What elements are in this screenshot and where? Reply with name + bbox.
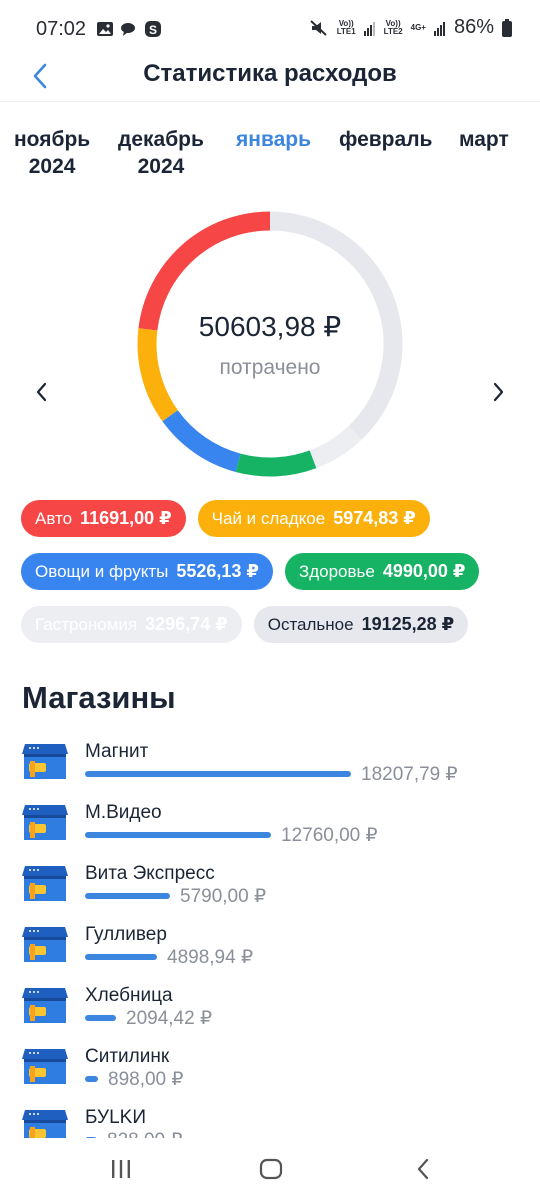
store-amount-bar [85, 954, 157, 960]
stores-title: Магазины [22, 680, 176, 715]
status-time: 07:02 [36, 18, 87, 40]
chip-label: Гастрономия [35, 614, 138, 634]
chip-row: Овощи и фрукты 5526,13 ₽ Здоровье 4990,0… [21, 553, 480, 590]
system-icons: Vo)) LTE1 Vo)) LTE2 4G+ 86% [309, 16, 512, 39]
chip-tea-sweets[interactable]: Чай и сладкое 5974,83 ₽ [197, 500, 430, 537]
prev-month-button[interactable] [26, 376, 58, 408]
recents-icon [112, 1160, 130, 1178]
chip-vegetables-fruits[interactable]: Овощи и фрукты 5526,13 ₽ [21, 553, 273, 590]
notification-icons: S [96, 20, 162, 38]
donut-segment [162, 409, 241, 472]
app-header: Статистика расходов [0, 50, 540, 102]
chip-row: Гастрономия 3296,74 ₽ Остальное 19125,28… [21, 606, 469, 643]
chip-value: 3296,74 ₽ [145, 614, 228, 634]
donut-segment [235, 450, 317, 477]
chip-value: 5974,83 ₽ [333, 508, 416, 528]
system-nav-bar [0, 1138, 540, 1200]
store-amount-bar [85, 1015, 116, 1021]
s-app-icon: S [145, 21, 161, 37]
chip-row: Авто 11691,00 ₽ Чай и сладкое 5974,83 ₽ [21, 500, 430, 537]
store-icon [22, 744, 68, 779]
chip-value: 11691,00 ₽ [80, 508, 172, 528]
store-amount: 828,00 ₽ [107, 1129, 182, 1138]
store-name: Хлебница [85, 985, 173, 1006]
store-amount: 2094,42 ₽ [126, 1008, 213, 1029]
store-name: Ситилинк [85, 1046, 170, 1067]
chevron-right-icon [493, 382, 504, 402]
store-amount: 898,00 ₽ [108, 1069, 184, 1090]
chevron-left-icon [36, 382, 47, 402]
tab-november-2024[interactable]: ноябрь 2024 [14, 126, 90, 180]
home-icon [259, 1158, 283, 1180]
store-item[interactable]: Гулливер 4898,94 ₽ [0, 921, 540, 977]
home-button[interactable] [251, 1152, 291, 1186]
page-title: Статистика расходов [143, 60, 397, 87]
donut-segment [309, 425, 362, 469]
store-icon [22, 988, 68, 1023]
svg-text:S: S [149, 23, 157, 37]
chip-value: 4990,00 ₽ [382, 561, 466, 581]
store-name: Гулливер [85, 924, 167, 945]
chip-value: 19125,28 ₽ [361, 614, 455, 634]
store-amount-bar [85, 832, 271, 838]
store-amount: 5790,00 ₽ [180, 886, 267, 907]
signal-icon [363, 21, 375, 36]
donut-svg [137, 211, 403, 477]
chat-icon [121, 23, 135, 36]
store-name: БУLKИ [85, 1107, 146, 1128]
store-list: Магнит 18207,79 ₽ М.Видео 12760,00 ₽ Вита Эк… [0, 738, 540, 1138]
store-amount: 12760,00 ₽ [281, 825, 378, 846]
store-item[interactable]: М.Видео 12760,00 ₽ [0, 799, 540, 855]
back-arrow-icon [417, 1158, 429, 1180]
signal-icon [433, 21, 445, 36]
chip-auto[interactable]: Авто 11691,00 ₽ [21, 500, 186, 537]
spending-donut-chart [137, 211, 403, 477]
chip-gastronomy[interactable]: Гастрономия 3296,74 ₽ [21, 606, 242, 643]
chip-label: Авто [35, 508, 73, 528]
status-bar: 07:02 S Vo)) LTE1 Vo)) LTE2 4G+ 86% [0, 0, 540, 56]
chip-label: Чай и сладкое [211, 508, 326, 528]
tab-december-2024[interactable]: декабрь 2024 [118, 126, 204, 180]
mute-icon [310, 19, 327, 36]
store-amount-bar [85, 1076, 98, 1082]
gallery-icon [97, 22, 113, 36]
store-amount-bar [85, 893, 170, 899]
tab-january[interactable]: январь [236, 126, 311, 153]
store-icon [22, 866, 68, 901]
total-spent: 50603,98 ₽ [198, 311, 342, 342]
store-name: М.Видео [85, 802, 162, 823]
tab-march[interactable]: март [459, 126, 509, 153]
network-type-label: 4G+ [410, 22, 426, 32]
sim2-label: Vo)) LTE2 [383, 18, 403, 36]
chip-label: Остальное [267, 614, 354, 634]
store-name: Магнит [85, 741, 149, 762]
chip-health[interactable]: Здоровье 4990,00 ₽ [284, 553, 480, 590]
battery-percent: 86% [453, 16, 494, 38]
battery-icon [502, 18, 512, 37]
tab-february[interactable]: февраль [339, 126, 432, 153]
store-icon [22, 927, 68, 962]
store-icon [22, 805, 68, 840]
store-item[interactable]: Хлебница 2094,42 ₽ [0, 982, 540, 1038]
system-back-button[interactable] [403, 1152, 443, 1186]
store-item[interactable]: Ситилинк 898,00 ₽ [0, 1043, 540, 1099]
store-amount: 18207,79 ₽ [361, 764, 458, 785]
month-tabs: ноябрь 2024 декабрь 2024 январь февраль ма… [0, 126, 540, 186]
chip-label: Овощи и фрукты [35, 561, 169, 581]
chip-label: Здоровье [298, 561, 375, 581]
store-icon [22, 1049, 68, 1084]
store-amount: 4898,94 ₽ [167, 947, 254, 968]
chip-value: 5526,13 ₽ [176, 561, 259, 581]
next-month-button[interactable] [482, 376, 514, 408]
store-name: Вита Экспресс [85, 863, 215, 884]
store-icon [22, 1110, 68, 1138]
store-item[interactable]: Магнит 18207,79 ₽ [0, 738, 540, 794]
sim1-label: Vo)) LTE1 [336, 18, 356, 36]
chip-other[interactable]: Остальное 19125,28 ₽ [253, 606, 469, 643]
store-item[interactable]: БУLKИ828,00 ₽ [0, 1104, 540, 1138]
total-caption: потрачено [219, 356, 321, 379]
store-amount-bar [85, 771, 351, 777]
store-item[interactable]: Вита Экспресс 5790,00 ₽ [0, 860, 540, 916]
recents-button[interactable] [101, 1152, 141, 1186]
